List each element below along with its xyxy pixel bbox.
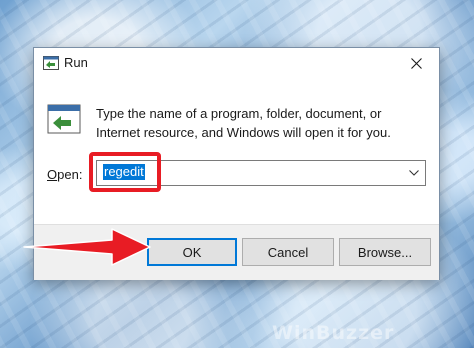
watermark: WinBuzzer [272, 322, 395, 344]
chevron-down-icon [409, 170, 419, 176]
run-app-icon [43, 56, 59, 70]
title-bar[interactable]: Run [34, 48, 439, 78]
arrow-annotation-icon [23, 228, 151, 266]
open-label: Open: [47, 167, 82, 182]
open-label-accelerator: O [47, 167, 58, 182]
run-program-icon [47, 104, 81, 134]
close-button[interactable] [393, 48, 439, 78]
close-icon [410, 57, 422, 69]
cancel-button[interactable]: Cancel [242, 238, 334, 266]
ok-button[interactable]: OK [147, 238, 237, 266]
browse-button[interactable]: Browse... [339, 238, 431, 266]
prompt-description: Type the name of a program, folder, docu… [96, 106, 391, 140]
open-label-rest: pen: [57, 167, 83, 182]
combobox-dropdown-button[interactable] [407, 165, 421, 181]
input-highlight-annotation [89, 152, 161, 192]
window-title: Run [64, 55, 88, 70]
